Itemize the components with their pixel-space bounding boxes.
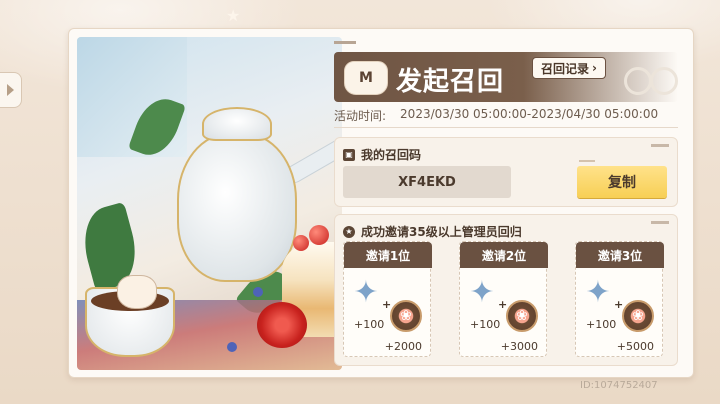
user-id-watermark: ID:1074752407 <box>580 380 658 391</box>
side-expand-tab[interactable] <box>0 72 22 108</box>
mascot-label: M <box>359 70 373 86</box>
reward-tier-label: 邀请2位 <box>460 242 548 268</box>
paw-coin-icon: ❀ <box>622 300 654 332</box>
reward-item2-amount: +3000 <box>500 340 538 353</box>
teapot <box>177 132 297 282</box>
reward-tier-3: 邀请3位 ✦ + ❀ +100 +5000 <box>575 241 664 357</box>
recall-content: M 发起召回 召回记录 › 活动时间: 2023/03/30 05:00:00-… <box>334 37 678 370</box>
recall-code-value: XF4EKD <box>343 166 511 198</box>
recall-code-heading-text: 我的召回码 <box>361 148 422 162</box>
star-badge-icon: ★ <box>343 225 355 238</box>
watermark-ring <box>650 67 678 95</box>
crystal-star-icon: ✦ <box>585 274 611 310</box>
rose <box>257 302 307 348</box>
cherry <box>293 235 309 251</box>
recall-code-card: ▣ 我的召回码 XF4EKD 复制 <box>334 137 678 207</box>
decor-tag <box>334 41 356 44</box>
recall-record-label: 召回记录 <box>541 61 590 76</box>
reward-item2-amount: +5000 <box>616 340 654 353</box>
teapot-lid <box>202 107 272 141</box>
triangle-right-icon <box>7 84 14 96</box>
watermark-ring <box>624 67 652 95</box>
reward-tier-2: 邀请2位 ✦ + ❀ +100 +3000 <box>459 241 548 357</box>
promo-illustration <box>77 37 342 370</box>
reward-tier-1: 邀请1位 ✦ + ❀ +100 +2000 <box>343 241 432 357</box>
plus-sign: + <box>498 298 508 311</box>
event-time-range: 2023/03/30 05:00:00-2023/04/30 05:00:00 <box>400 107 659 121</box>
divider <box>334 127 678 128</box>
event-time-label: 活动时间: <box>334 109 387 123</box>
decor-dash <box>651 221 669 224</box>
reward-tier-label: 邀请3位 <box>576 242 664 268</box>
cherry <box>309 225 329 245</box>
cat-mascot <box>117 275 157 309</box>
reward-item1-amount: +100 <box>586 318 617 331</box>
recall-record-button[interactable]: 召回记录 › <box>532 57 606 79</box>
decor-dash <box>579 160 595 162</box>
event-time-row: 活动时间: 2023/03/30 05:00:00-2023/04/30 05:… <box>334 107 658 124</box>
paw-coin-icon: ❀ <box>506 300 538 332</box>
recall-code-heading: ▣ 我的召回码 <box>343 146 421 163</box>
id-card-icon: ▣ <box>343 148 355 161</box>
decor-dash <box>651 144 669 147</box>
plus-sign: + <box>614 298 624 311</box>
crystal-star-icon: ✦ <box>469 274 495 310</box>
reward-tier-label: 邀请1位 <box>344 242 432 268</box>
blueberry <box>253 287 263 297</box>
invite-rewards-card: ★ 成功邀请35级以上管理员回归 邀请1位 ✦ + ❀ +100 +2000 邀… <box>334 214 678 366</box>
invite-heading-text: 成功邀请35级以上管理员回归 <box>361 225 522 239</box>
plus-sign: + <box>382 298 392 311</box>
copy-button[interactable]: 复制 <box>577 166 667 198</box>
reward-item1-amount: +100 <box>354 318 385 331</box>
paw-coin-icon: ❀ <box>390 300 422 332</box>
reward-item2-amount: +2000 <box>384 340 422 353</box>
star-decoration-icon: ★ <box>226 6 241 25</box>
page-title: 发起召回 <box>396 67 505 97</box>
crystal-star-icon: ✦ <box>353 274 379 310</box>
invite-heading: ★ 成功邀请35级以上管理员回归 <box>343 223 522 240</box>
mascot-icon: M <box>344 61 388 95</box>
blueberry <box>227 342 237 352</box>
reward-item1-amount: +100 <box>470 318 501 331</box>
chevron-right-icon: › <box>592 61 597 75</box>
